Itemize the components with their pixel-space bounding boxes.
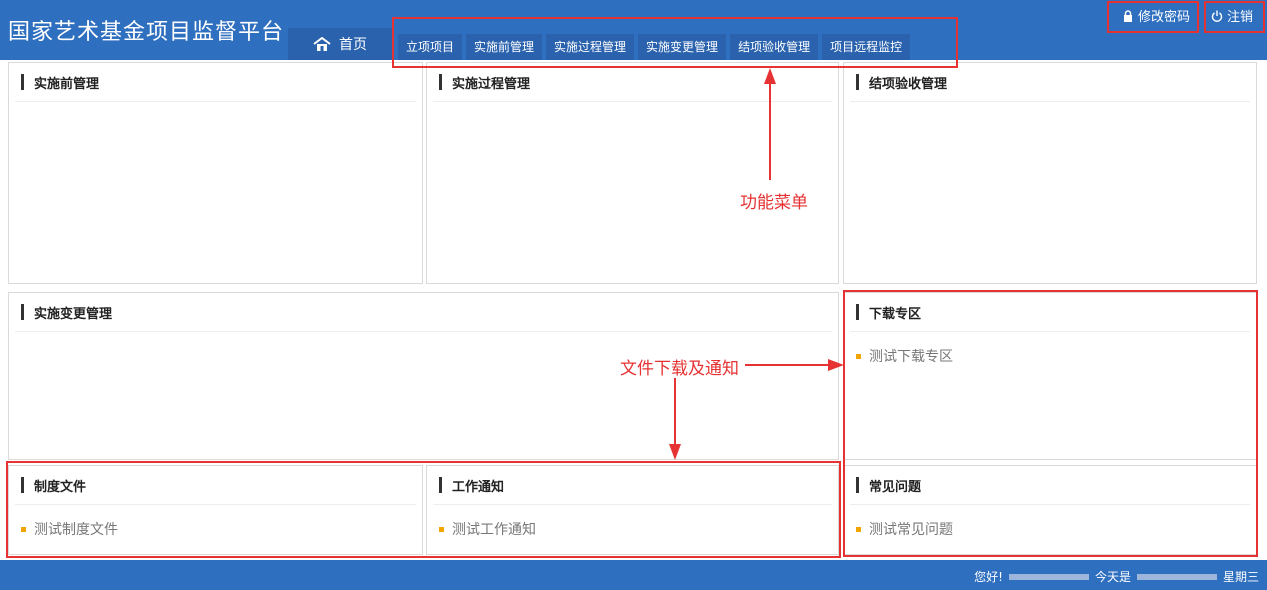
panel-process: 实施过程管理 [426, 62, 839, 284]
panel-title: 实施过程管理 [452, 76, 531, 92]
panel-header: 实施过程管理 [433, 63, 832, 102]
panel-title: 实施前管理 [34, 76, 100, 92]
panel-header: 实施前管理 [15, 63, 416, 102]
panel-title: 实施变更管理 [34, 306, 113, 322]
highlight-menu [392, 17, 958, 68]
nav-home-label: 首页 [339, 37, 367, 53]
highlight-bottom-row [6, 461, 841, 558]
highlight-right-column [843, 290, 1258, 557]
home-icon [313, 37, 331, 51]
annotation-menu: 功能菜单 [740, 193, 808, 213]
date-redacted [1136, 573, 1217, 580]
nav-home[interactable]: 首页 [288, 28, 392, 60]
annotation-files: 文件下载及通知 [620, 359, 739, 379]
footer: 您好! 今天是 星期三 [0, 560, 1267, 590]
panel-pre-implementation: 实施前管理 [8, 62, 423, 284]
highlight-logout [1204, 1, 1265, 33]
panel-title: 结项验收管理 [869, 76, 948, 92]
footer-status: 您好! 今天是 星期三 [974, 568, 1259, 585]
user-name-redacted [1008, 573, 1089, 580]
panel-header: 结项验收管理 [850, 63, 1250, 102]
today-label: 今天是 [1094, 570, 1131, 584]
highlight-change-password [1107, 1, 1199, 33]
weekday: 星期三 [1222, 570, 1259, 584]
app-title: 国家艺术基金项目监督平台 [8, 20, 285, 45]
panel-closing: 结项验收管理 [843, 62, 1257, 284]
panel-header: 实施变更管理 [15, 293, 832, 332]
greeting: 您好! [974, 570, 1003, 584]
